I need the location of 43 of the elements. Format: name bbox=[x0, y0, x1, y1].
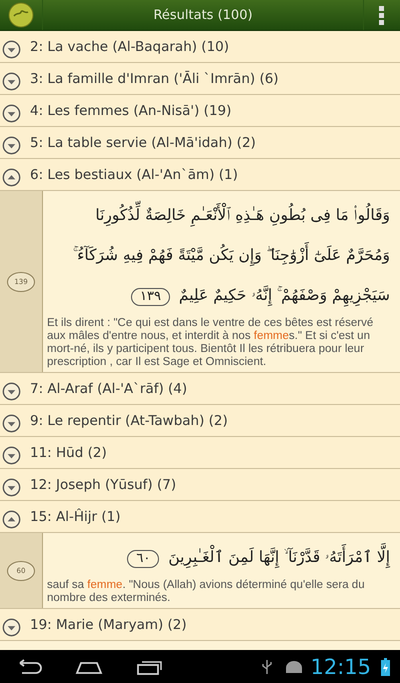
surah-group-row[interactable]: 5: La table servie (Al-Mā'idah) (2) bbox=[0, 127, 400, 159]
surah-group-row[interactable]: 7: Al-Araf (Al-'A`rāf) (4) bbox=[0, 373, 400, 405]
surah-label: 19: Marie (Maryam) (2) bbox=[30, 616, 187, 632]
surah-group-row[interactable]: 9: Le repentir (At-Tawbah) (2) bbox=[0, 405, 400, 437]
clock-time: 12:15 bbox=[310, 655, 371, 679]
surah-label: 4: Les femmes (An-Nisā') (19) bbox=[30, 102, 232, 118]
surah-label: 11: Hūd (2) bbox=[30, 444, 107, 460]
surah-label: 7: Al-Araf (Al-'A`rāf) (4) bbox=[30, 380, 188, 396]
surah-label: 12: Joseph (Yūsuf) (7) bbox=[30, 476, 176, 492]
surah-group-row[interactable]: 3: La famille d'Imran ('Āli `Imrān) (6) bbox=[0, 63, 400, 95]
expand-icon[interactable] bbox=[2, 414, 21, 433]
surah-group-row[interactable]: 19: Marie (Maryam) (2) bbox=[0, 609, 400, 641]
expand-icon[interactable] bbox=[2, 478, 21, 497]
arabic-verse: وَقَالُوا۟ مَا فِى بُطُونِ هَـٰذِهِ ٱلْأَنْعَـٰمِ خَالِصَةٌ لِّذُكُورِنَا وَمُحَرَّمٌ عَلَىٰٓ أَزْوَٰجِنَا ۖ وَإِن يَكُن مَّيْتَةً فَهُمْ فِيهِ شُرَكَآءُ ۚ سَيَجْزِيهِمْ وَصْفَهُمْ ۚ إِنَّهُۥ حَكِيمٌ عَلِيمٌ ١٣٩ bbox=[47, 195, 392, 315]
surah-label: 15: Al-Ĥijr (1) bbox=[30, 508, 120, 524]
screen-title: Résultats (100) bbox=[152, 8, 254, 22]
expand-icon[interactable] bbox=[2, 136, 21, 155]
surah-label: 2: La vache (Al-Baqarah) (10) bbox=[30, 38, 230, 54]
surah-group-row[interactable]: 4: Les femmes (An-Nisā') (19) bbox=[0, 95, 400, 127]
expand-icon[interactable] bbox=[2, 618, 21, 637]
expand-icon[interactable] bbox=[2, 40, 21, 59]
surah-group-row[interactable]: 6: Les bestiaux (Al-'An`ām) (1) bbox=[0, 159, 400, 191]
expand-icon[interactable] bbox=[2, 446, 21, 465]
surah-label: 3: La famille d'Imran ('Āli `Imrān) (6) bbox=[30, 70, 279, 86]
usb-icon bbox=[262, 659, 272, 675]
expand-icon[interactable] bbox=[2, 72, 21, 91]
surah-group-row[interactable]: 12: Joseph (Yūsuf) (7) bbox=[0, 469, 400, 501]
expand-icon[interactable] bbox=[2, 104, 21, 123]
collapse-icon[interactable] bbox=[2, 510, 21, 529]
verse-translation: Et ils dirent : "Ce qui est dans le ventre de ces bêtes est réservé aux mâles d'entre nous, et interdit à nos femmes." Et si c'est un mort-né, ils y participent tous. Bientôt Il les rétribuera pour leur prescription , car Il est Sage et Omniscient. bbox=[47, 317, 374, 369]
home-icon[interactable] bbox=[74, 659, 104, 675]
recent-apps-icon[interactable] bbox=[134, 659, 164, 675]
surah-group-row[interactable]: 11: Hūd (2) bbox=[0, 437, 400, 469]
battery-charging-icon bbox=[381, 658, 390, 676]
surah-group-row[interactable]: 15: Al-Ĥijr (1) bbox=[0, 501, 400, 533]
verse-translation: sauf sa femme. "Nous (Allah) avions déterminé qu'elle sera du nombre des exterminés. bbox=[47, 579, 366, 605]
expand-icon[interactable] bbox=[2, 382, 21, 401]
arabic-verse: إِلَّا ٱمْرَأَتَهُۥ قَدَّرْنَآ ۙ إِنَّهَا لَمِنَ ٱلْغَـٰبِرِينَ ٦٠ bbox=[47, 537, 392, 577]
surah-label: 6: Les bestiaux (Al-'An`ām) (1) bbox=[30, 166, 238, 182]
surah-group-row[interactable]: 2: La vache (Al-Baqarah) (10) bbox=[0, 31, 400, 63]
surah-label: 5: La table servie (Al-Mā'idah) (2) bbox=[30, 134, 256, 150]
collapse-icon[interactable] bbox=[2, 168, 21, 187]
surah-label: 9: Le repentir (At-Tawbah) (2) bbox=[30, 412, 228, 428]
